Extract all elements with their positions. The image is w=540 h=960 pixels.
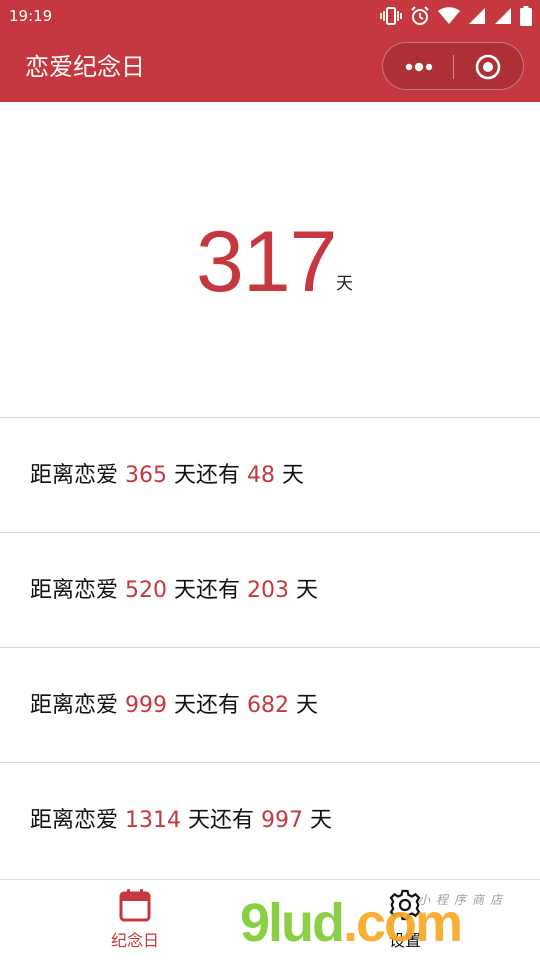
list-item: 距离恋爱 1314 天还有 997 天 — [0, 762, 540, 877]
list-item: 距离恋爱 520 天还有 203 天 — [0, 532, 540, 647]
milestone-target: 999 — [125, 693, 168, 718]
close-icon[interactable] — [475, 54, 501, 80]
capsule-divider — [453, 55, 454, 79]
tab-settings[interactable]: 设置 — [345, 880, 465, 960]
signal-icon-2 — [495, 8, 511, 24]
days-counter: 317 天 — [0, 102, 540, 418]
days-unit: 天 — [336, 274, 353, 294]
vibrate-icon — [380, 7, 402, 25]
milestone-list: 距离恋爱 365 天还有 48 天 距离恋爱 520 天还有 203 天 距离恋… — [0, 417, 540, 877]
milestone-remaining: 48 — [247, 463, 276, 488]
milestone-text: 距离恋爱 999 天还有 682 天 — [30, 693, 319, 718]
list-item: 距离恋爱 999 天还有 682 天 — [0, 647, 540, 762]
tab-bar: 纪念日 设置 — [0, 879, 540, 960]
tab-label: 纪念日 — [110, 931, 159, 950]
milestone-target: 520 — [125, 578, 168, 603]
milestone-remaining: 682 — [247, 693, 290, 718]
page-title: 恋爱纪念日 — [25, 53, 145, 81]
milestone-target: 365 — [125, 463, 168, 488]
signal-icon — [469, 8, 485, 24]
tab-label: 设置 — [388, 931, 421, 950]
battery-icon — [520, 6, 532, 26]
days-count: 317 — [196, 214, 337, 310]
more-icon[interactable] — [401, 55, 437, 79]
alarm-icon — [411, 6, 429, 25]
capsule-menu — [382, 42, 524, 90]
milestone-remaining: 997 — [261, 808, 304, 833]
wifi-icon — [438, 7, 460, 24]
status-time: 19:19 — [9, 7, 53, 25]
gear-icon — [389, 889, 421, 921]
status-bar: 19:19 — [0, 0, 540, 32]
milestone-text: 距离恋爱 520 天还有 203 天 — [30, 578, 319, 603]
milestone-text: 距离恋爱 365 天还有 48 天 — [30, 463, 305, 488]
status-icons — [380, 5, 532, 27]
app-header: 19:19 恋爱纪念日 — [0, 0, 540, 102]
milestone-target: 1314 — [125, 808, 182, 833]
tab-anniversary[interactable]: 纪念日 — [75, 880, 195, 960]
milestone-remaining: 203 — [247, 578, 290, 603]
calendar-icon — [119, 889, 151, 922]
list-item: 距离恋爱 365 天还有 48 天 — [0, 417, 540, 532]
milestone-text: 距离恋爱 1314 天还有 997 天 — [30, 808, 333, 833]
